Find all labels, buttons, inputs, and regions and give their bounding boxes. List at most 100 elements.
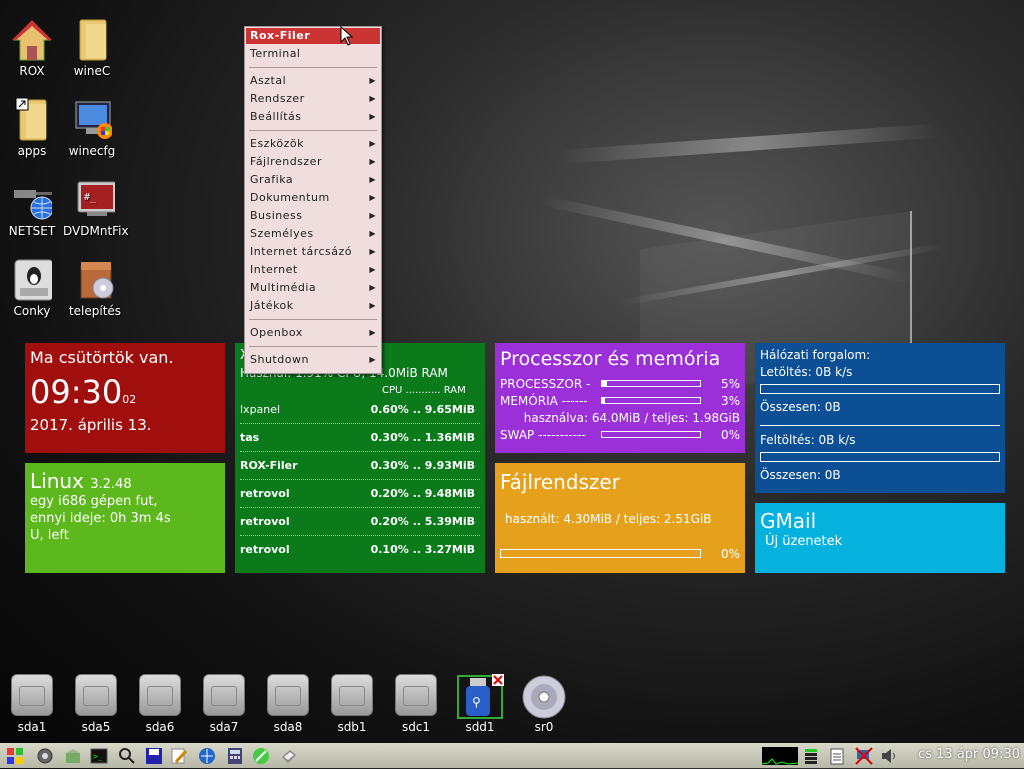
menu-item-dokumentum[interactable]: Dokumentum ▶ [246, 190, 380, 206]
menu-item-terminal[interactable]: Terminal [246, 46, 380, 62]
drive-label: sda8 [273, 720, 303, 734]
desktop-icon-winecfg[interactable]: winecfg [60, 98, 124, 158]
gmail-tile[interactable]: GMail Új üzenetek [755, 503, 1005, 573]
desktop-icon-rox[interactable]: ROX [0, 18, 64, 78]
day-text: Ma csütörtök van. [30, 348, 174, 367]
menu-item-jatekok[interactable]: Játékok ▶ [246, 298, 380, 314]
desktop-icon-label: winecfg [68, 144, 116, 158]
desktop-icon-dvdmntfix[interactable]: #_ DVDMntFix [63, 178, 129, 238]
download-bar [760, 384, 1000, 394]
submenu-arrow-icon: ▶ [369, 157, 376, 166]
submenu-arrow-icon: ▶ [369, 265, 376, 274]
cpu-label: PROCESSZOR - [500, 377, 591, 391]
submenu-arrow-icon: ▶ [369, 112, 376, 121]
editor-pencil-icon[interactable] [170, 747, 188, 765]
volume-icon[interactable] [880, 747, 898, 765]
search-icon[interactable] [118, 747, 136, 765]
taskbar-clock[interactable]: cs 13 ápr 09:30 [918, 747, 1020, 762]
process-tile: X Használ: 1.91% CPU, 14.0MiB RAM CPU ..… [235, 343, 485, 573]
submenu-arrow-icon: ▶ [369, 328, 376, 337]
menu-item-asztal[interactable]: Asztal ▶ [246, 73, 380, 89]
menu-item-fajlrendszer[interactable]: Fájlrendszer ▶ [246, 154, 380, 170]
download-rate: Letöltés: 0B k/s [760, 365, 853, 379]
swap-label: SWAP ----------- [500, 428, 586, 442]
drive-icon-sda8[interactable]: sda8 [262, 674, 314, 734]
drive-icon-sdb1[interactable]: sdb1 [326, 674, 378, 734]
desktop-icon-netset[interactable]: NETSET [0, 178, 64, 238]
root-menu: Rox-Filer Terminal Asztal ▶ Rendszer ▶ Beá… [244, 26, 382, 374]
desktop-icon-telepites[interactable]: telepítés [63, 258, 127, 318]
desktop-icon-conky[interactable]: Conky [0, 258, 64, 318]
drive-label: sr0 [534, 720, 554, 734]
upload-total: Összesen: 0B [760, 468, 841, 482]
submenu-arrow-icon: ▶ [369, 301, 376, 310]
os-name: Linux 3.2.48 [30, 469, 132, 493]
desktop-icon-label: telepítés [68, 304, 122, 318]
drive-icon-sda6[interactable]: sda6 [134, 674, 186, 734]
submenu-arrow-icon: ▶ [369, 94, 376, 103]
drive-label: sda1 [17, 720, 47, 734]
hard-drive-icon [11, 674, 53, 716]
start-menu-icon[interactable] [6, 747, 24, 765]
desktop-icon-label: NETSET [8, 224, 56, 238]
browser-globe-icon[interactable] [198, 747, 216, 765]
network-status-icon[interactable] [802, 747, 820, 765]
paint-icon[interactable] [252, 747, 270, 765]
network-title: Hálózati forgalom: [760, 348, 871, 362]
drive-label: sdb1 [337, 720, 367, 734]
drive-icon-sr0[interactable]: sr0 [518, 674, 570, 734]
menu-item-beallitas[interactable]: Beállítás ▶ [246, 109, 380, 125]
menu-item-internet[interactable]: Internet ▶ [246, 262, 380, 278]
conky-tux-icon [12, 258, 52, 302]
drive-icon-sda1[interactable]: sda1 [6, 674, 58, 734]
memory-label: MEMÓRIA ------ [500, 394, 588, 408]
document-viewer-icon[interactable] [280, 747, 298, 765]
submenu-arrow-icon: ▶ [369, 175, 376, 184]
process-columns: CPU ........... RAM [382, 385, 466, 396]
menu-item-multimedia[interactable]: Multimédia ▶ [246, 280, 380, 296]
menu-item-openbox[interactable]: Openbox ▶ [246, 325, 380, 341]
submenu-arrow-icon: ▶ [369, 247, 376, 256]
clock-tile: Ma csütörtök van. 09:3002 2017. április … [25, 343, 225, 453]
memory-bar [601, 397, 701, 404]
filesystem-percent: 0% [720, 547, 740, 561]
menu-item-eszkozok[interactable]: Eszközök ▶ [246, 136, 380, 152]
hard-drive-icon [331, 674, 373, 716]
folder-link-icon [12, 98, 52, 142]
download-total: Összesen: 0B [760, 400, 841, 414]
drive-icon-sda5[interactable]: sda5 [70, 674, 122, 734]
terminal-icon[interactable]: >_ [90, 747, 108, 765]
optical-disc-icon [522, 675, 566, 719]
desktop-icon-label: wineC [73, 64, 111, 78]
menu-item-internet-tarcsazo[interactable]: Internet tárcsázó ▶ [246, 244, 380, 260]
drive-icon-sdc1[interactable]: sdc1 [390, 674, 442, 734]
folder-icon [72, 18, 112, 62]
seconds-text: 02 [122, 393, 137, 406]
date-text: 2017. április 13. [30, 416, 152, 434]
svg-text:#_: #_ [84, 192, 97, 203]
home-folder-icon [12, 18, 52, 62]
drive-icon-sdd1[interactable]: ⚲ sdd1 [454, 674, 506, 734]
desktop-icon-apps[interactable]: apps [0, 98, 64, 158]
menu-item-szemelyes[interactable]: Személyes ▶ [246, 226, 380, 242]
desktop-icon-winec[interactable]: wineC [60, 18, 124, 78]
drive-label: sda5 [81, 720, 111, 734]
filesystem-bar [500, 549, 701, 558]
menu-item-shutdown[interactable]: Shutdown ▶ [246, 352, 380, 368]
desktop-icon-label: apps [17, 144, 47, 158]
save-disk-icon[interactable] [145, 747, 163, 765]
calculator-icon[interactable] [226, 747, 244, 765]
uptime-text: ennyi ideje: 0h 3m 4s [30, 511, 171, 526]
clipboard-icon[interactable] [828, 747, 846, 765]
arch-text: egy i686 gépen fut, [30, 494, 158, 509]
menu-item-rendszer[interactable]: Rendszer ▶ [246, 91, 380, 107]
network-disconnected-icon[interactable] [855, 747, 873, 765]
upload-bar [760, 452, 1000, 462]
menu-item-grafika[interactable]: Grafika ▶ [246, 172, 380, 188]
package-manager-icon[interactable] [64, 747, 82, 765]
menu-item-rox-filer[interactable]: Rox-Filer [246, 28, 380, 44]
submenu-arrow-icon: ▶ [369, 355, 376, 364]
drive-icon-sda7[interactable]: sda7 [198, 674, 250, 734]
menu-item-business[interactable]: Business ▶ [246, 208, 380, 224]
settings-gear-icon[interactable] [36, 747, 54, 765]
